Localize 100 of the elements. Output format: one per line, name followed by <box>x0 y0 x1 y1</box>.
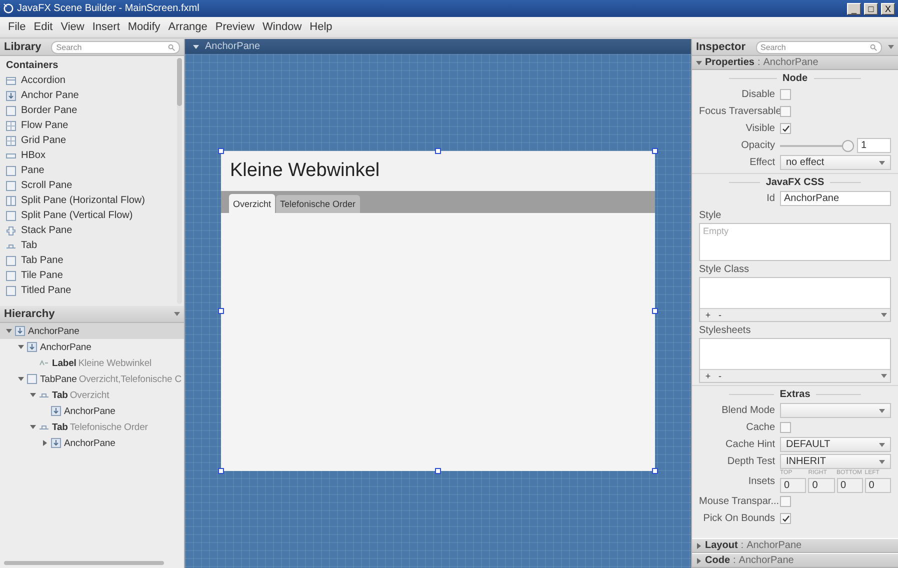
tab[interactable]: Telefonische Order <box>276 195 360 213</box>
resize-handle[interactable] <box>652 148 658 154</box>
resize-handle[interactable] <box>652 468 658 474</box>
add-button[interactable]: + <box>703 371 713 381</box>
library-item[interactable]: Scroll Pane <box>0 178 184 193</box>
grid-pane-icon <box>6 136 16 146</box>
window-button[interactable]: X <box>881 2 895 14</box>
property-label: Effect <box>748 157 776 168</box>
section-header[interactable]: Code : AnchorPane <box>692 553 898 568</box>
checkbox[interactable] <box>780 422 791 433</box>
library-item[interactable]: Titled Pane <box>0 283 184 298</box>
tree-item[interactable]: Tab Telefonische Order <box>0 419 184 435</box>
checkbox[interactable] <box>780 496 791 507</box>
menu-item[interactable]: Help <box>310 21 332 33</box>
hierarchy-title: Hierarchy <box>4 308 55 320</box>
resize-handle[interactable] <box>652 308 658 314</box>
library-item[interactable]: Grid Pane <box>0 133 184 148</box>
add-button[interactable]: + <box>703 310 713 320</box>
tree-item[interactable]: AnchorPane <box>0 403 184 419</box>
menu-item[interactable]: View <box>60 21 84 33</box>
hbox-icon <box>6 150 16 160</box>
opacity-slider[interactable] <box>780 140 854 152</box>
checkbox[interactable] <box>780 123 791 134</box>
dropdown-caret-icon <box>174 312 180 316</box>
menu-item[interactable]: Insert <box>92 21 120 33</box>
section-header[interactable]: Layout : AnchorPane <box>692 538 898 553</box>
library-item[interactable]: Split Pane (Horizontal Flow) <box>0 193 184 208</box>
library-item[interactable]: Tab <box>0 238 184 253</box>
menu-item[interactable]: Window <box>262 21 302 33</box>
breadcrumb-item[interactable]: AnchorPane <box>205 41 260 52</box>
group-title: JavaFX CSS <box>766 176 824 188</box>
accordion-icon <box>6 76 16 86</box>
dropdown[interactable]: INHERIT <box>780 454 891 469</box>
id-field[interactable]: AnchorPane <box>780 191 891 206</box>
dropdown-caret-icon <box>879 160 885 164</box>
property-label: Insets <box>747 476 776 487</box>
dropdown[interactable]: DEFAULT <box>780 437 891 452</box>
expanded-arrow-icon[interactable] <box>30 424 36 430</box>
library-item[interactable]: Tab Pane <box>0 253 184 268</box>
opacity-field[interactable]: 1 <box>857 138 891 153</box>
resize-handle[interactable] <box>435 148 441 154</box>
menu-item[interactable]: Modify <box>128 21 160 33</box>
inset-field[interactable]: 0 <box>808 478 834 493</box>
property-label: Id <box>766 193 776 204</box>
remove-button[interactable]: - <box>715 310 725 320</box>
remove-button[interactable]: - <box>715 371 725 381</box>
anchor-pane-icon <box>6 90 16 100</box>
inset-field[interactable]: 0 <box>780 478 806 493</box>
property-label: Blend Mode <box>720 405 776 416</box>
library-item[interactable]: Accordion <box>0 73 184 88</box>
window-button[interactable]: □ <box>864 2 878 14</box>
library-item[interactable]: Border Pane <box>0 103 184 118</box>
tree-item[interactable]: TabPane Overzicht,Telefonische C <box>0 371 184 387</box>
checkbox[interactable] <box>780 106 791 117</box>
tab[interactable]: Overzicht <box>229 194 276 213</box>
expanded-arrow-icon[interactable] <box>30 392 36 398</box>
library-item[interactable]: Flow Pane <box>0 118 184 133</box>
expanded-arrow-icon[interactable] <box>18 376 24 382</box>
library-item[interactable]: Pane <box>0 163 184 178</box>
app-icon <box>3 3 14 14</box>
expanded-arrow-icon[interactable] <box>6 328 12 334</box>
library-item[interactable]: Tile Pane <box>0 268 184 283</box>
tree-item[interactable]: AnchorPane <box>0 323 184 339</box>
menu-item[interactable]: File <box>8 21 26 33</box>
library-item[interactable]: HBox <box>0 148 184 163</box>
menu-item[interactable]: Edit <box>34 21 53 33</box>
resize-handle[interactable] <box>218 308 224 314</box>
menu-item[interactable]: Arrange <box>168 21 208 33</box>
collapsed-arrow-icon[interactable] <box>42 440 48 446</box>
library-item[interactable]: Stack Pane <box>0 223 184 238</box>
scrollbar[interactable] <box>177 58 182 304</box>
property-label: Pick On Bounds <box>702 513 776 524</box>
checkbox[interactable] <box>780 513 791 524</box>
window-button[interactable]: _ <box>847 2 861 14</box>
checkbox[interactable] <box>780 89 791 100</box>
expanded-arrow-icon[interactable] <box>18 344 24 350</box>
search-field[interactable]: Search <box>51 40 180 54</box>
list-box[interactable]: + - <box>699 338 891 383</box>
section-header[interactable]: Properties : AnchorPane <box>692 56 898 70</box>
resize-handle[interactable] <box>218 468 224 474</box>
library-item[interactable]: Anchor Pane <box>0 88 184 103</box>
tree-item[interactable]: Label Kleine Webwinkel <box>0 355 184 371</box>
scrollbar[interactable] <box>4 561 164 565</box>
anchor-pane-icon <box>51 406 61 416</box>
list-box[interactable]: + - <box>699 277 891 322</box>
resize-handle[interactable] <box>435 468 441 474</box>
tree-item[interactable]: AnchorPane <box>0 339 184 355</box>
inset-field[interactable]: 0 <box>864 478 891 493</box>
dropdown[interactable]: no effect <box>780 155 891 170</box>
search-field[interactable]: Search <box>756 40 882 54</box>
resize-handle[interactable] <box>218 148 224 154</box>
dropdown-caret-icon[interactable] <box>193 44 199 50</box>
form-preview[interactable]: Kleine Webwinkel Overzicht Telefonische Order <box>221 151 655 471</box>
inset-field[interactable]: 0 <box>836 478 863 493</box>
label-icon <box>39 358 49 368</box>
tree-item[interactable]: AnchorPane <box>0 435 184 451</box>
library-item[interactable]: Split Pane (Vertical Flow) <box>0 208 184 223</box>
tree-item[interactable]: Tab Overzicht <box>0 387 184 403</box>
property-label: Stylesheets <box>699 324 752 338</box>
menu-item[interactable]: Preview <box>215 21 255 33</box>
